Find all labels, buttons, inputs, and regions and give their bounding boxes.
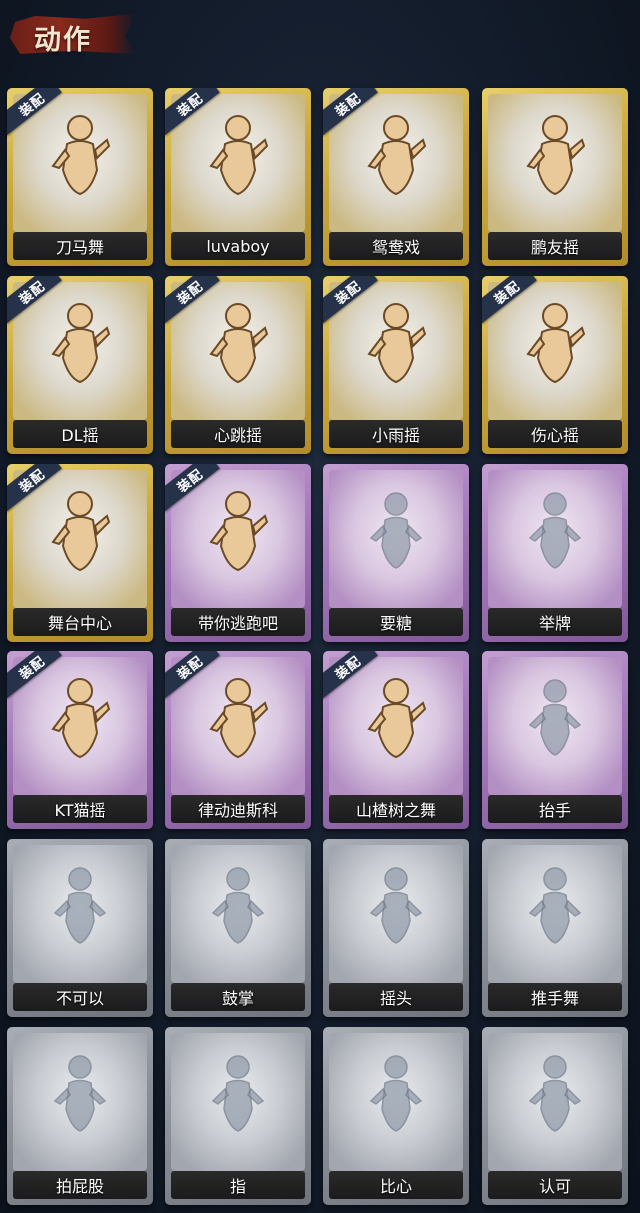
emote-label-bar: 山楂树之舞 [329, 795, 463, 823]
emote-figure-icon [203, 110, 273, 200]
emote-card[interactable]: 装配 小雨摇 [323, 276, 469, 454]
emote-card[interactable]: 举牌 [482, 464, 628, 642]
emote-card[interactable]: 装配 带你逃跑吧 [165, 464, 311, 642]
emote-card[interactable]: 装配 心跳摇 [165, 276, 311, 454]
emote-label-bar: DL摇 [13, 420, 147, 448]
emote-card[interactable]: 摇头 [323, 839, 469, 1017]
emote-label-bar: 心跳摇 [171, 420, 305, 448]
emote-card[interactable]: 比心 [323, 1027, 469, 1205]
emote-label: 认可 [538, 1177, 571, 1196]
emote-label-bar: 不可以 [13, 983, 147, 1011]
emote-label: 心跳摇 [213, 426, 262, 445]
emote-label-bar: 刀马舞 [13, 232, 147, 260]
emote-label: 山楂树之舞 [355, 801, 436, 820]
emote-figure-icon [45, 486, 115, 576]
emote-card[interactable]: 抬手 [482, 651, 628, 829]
emote-card[interactable]: 装配 luvaboy [165, 88, 311, 266]
emote-card[interactable]: 认可 [482, 1027, 628, 1205]
emote-label: 推手舞 [530, 989, 579, 1008]
emote-figure-icon [361, 673, 431, 763]
emote-card[interactable]: 要糖 [323, 464, 469, 642]
emote-figure-silhouette-icon [361, 861, 431, 951]
emote-figure-icon [203, 673, 273, 763]
emote-figure-icon [520, 298, 590, 388]
emote-label-bar: KT猫摇 [13, 795, 147, 823]
emote-figure-icon [361, 110, 431, 200]
emote-label-bar: 鹏友摇 [488, 232, 622, 260]
emote-label: 小雨摇 [371, 426, 420, 445]
emote-card[interactable]: 不可以 [7, 839, 153, 1017]
emote-card[interactable]: 装配 伤心摇 [482, 276, 628, 454]
emote-label-bar: 伤心摇 [488, 420, 622, 448]
emote-card[interactable]: 鹏友摇 [482, 88, 628, 266]
emote-label: 举牌 [538, 614, 571, 633]
emote-label-bar: 拍屁股 [13, 1171, 147, 1199]
section-header: 动作 [10, 8, 135, 56]
emote-figure-silhouette-icon [520, 673, 590, 763]
emote-card[interactable]: 拍屁股 [7, 1027, 153, 1205]
emote-label-bar: 推手舞 [488, 983, 622, 1011]
section-title: 动作 [34, 25, 92, 56]
emote-figure-silhouette-icon [520, 1049, 590, 1139]
emote-card[interactable]: 装配 鸳鸯戏 [323, 88, 469, 266]
emote-label-bar: 比心 [329, 1171, 463, 1199]
emote-figure-silhouette-icon [520, 486, 590, 576]
emote-label: DL摇 [61, 426, 99, 445]
emote-label-bar: 舞台中心 [13, 608, 147, 636]
emote-label: 比心 [379, 1177, 412, 1196]
emote-label-bar: 带你逃跑吧 [171, 608, 305, 636]
emote-label: 抬手 [538, 801, 571, 820]
emote-label: 鹏友摇 [530, 238, 579, 257]
emote-label: 带你逃跑吧 [197, 614, 278, 633]
emote-card[interactable]: 装配 山楂树之舞 [323, 651, 469, 829]
emote-label: 要糖 [379, 614, 412, 633]
emote-figure-silhouette-icon [361, 1049, 431, 1139]
emote-figure-silhouette-icon [361, 486, 431, 576]
emote-label-bar: 指 [171, 1171, 305, 1199]
emote-label: 律动迪斯科 [197, 801, 278, 820]
emote-figure-silhouette-icon [520, 861, 590, 951]
emote-figure-silhouette-icon [45, 1049, 115, 1139]
emote-figure-silhouette-icon [203, 861, 273, 951]
emote-label-bar: 举牌 [488, 608, 622, 636]
emote-label: 不可以 [55, 989, 104, 1008]
emote-label: 伤心摇 [530, 426, 579, 445]
emote-label-bar: 摇头 [329, 983, 463, 1011]
emote-label-bar: 小雨摇 [329, 420, 463, 448]
emote-label-bar: 鼓掌 [171, 983, 305, 1011]
emote-figure-icon [361, 298, 431, 388]
emote-card[interactable]: 装配 律动迪斯科 [165, 651, 311, 829]
emote-label-bar: 抬手 [488, 795, 622, 823]
emote-label: 鸳鸯戏 [371, 238, 420, 257]
emote-figure-icon [203, 298, 273, 388]
emote-figure-icon [45, 298, 115, 388]
emote-figure-icon [45, 110, 115, 200]
emote-figure-silhouette-icon [203, 1049, 273, 1139]
emote-card[interactable]: 指 [165, 1027, 311, 1205]
emote-label: KT猫摇 [54, 801, 106, 820]
emote-figure-icon [45, 673, 115, 763]
emote-label: 舞台中心 [47, 614, 112, 633]
emote-label: 摇头 [379, 989, 412, 1008]
emote-label-bar: 鸳鸯戏 [329, 232, 463, 260]
emote-label-bar: 律动迪斯科 [171, 795, 305, 823]
emote-label-bar: 认可 [488, 1171, 622, 1199]
emote-label: 鼓掌 [221, 989, 254, 1008]
emote-card[interactable]: 鼓掌 [165, 839, 311, 1017]
emote-card[interactable]: 装配 KT猫摇 [7, 651, 153, 829]
emote-label-bar: luvaboy [171, 232, 305, 260]
emote-label: 指 [229, 1177, 246, 1196]
emote-figure-silhouette-icon [45, 861, 115, 951]
emote-label: luvaboy [206, 236, 270, 256]
emote-figure-icon [203, 486, 273, 576]
emote-figure-icon [520, 110, 590, 200]
emote-label: 拍屁股 [55, 1177, 104, 1196]
emote-label: 刀马舞 [55, 238, 104, 257]
emote-card[interactable]: 装配 DL摇 [7, 276, 153, 454]
emote-card[interactable]: 装配 舞台中心 [7, 464, 153, 642]
emote-card[interactable]: 装配 刀马舞 [7, 88, 153, 266]
emote-card[interactable]: 推手舞 [482, 839, 628, 1017]
emote-label-bar: 要糖 [329, 608, 463, 636]
